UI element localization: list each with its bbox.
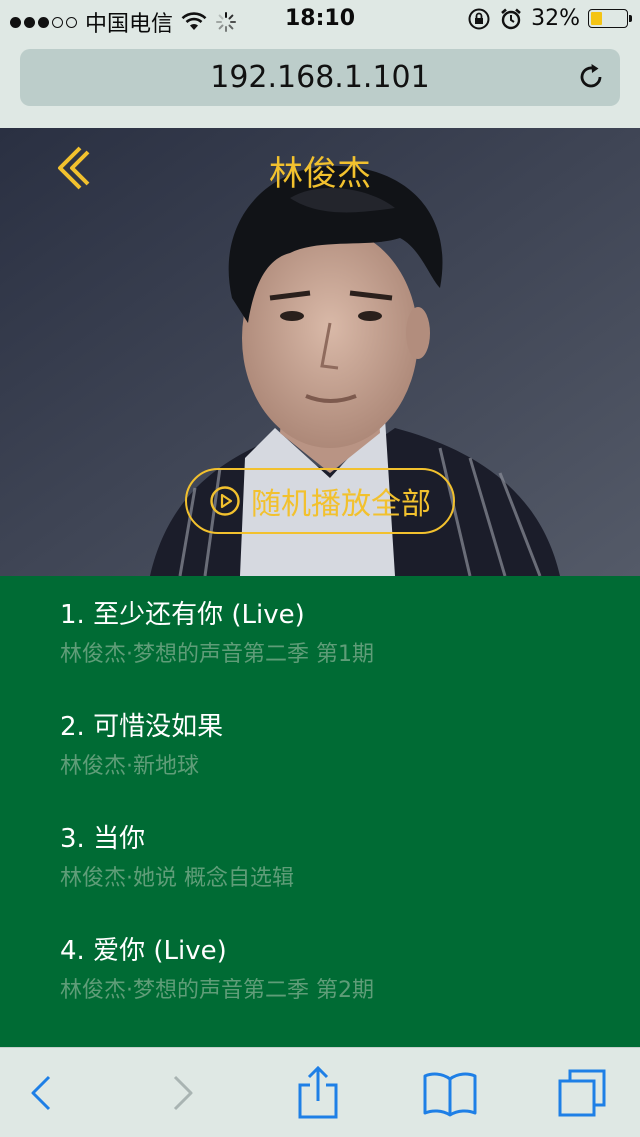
share-icon xyxy=(298,1065,338,1119)
battery-level-fill xyxy=(591,12,602,25)
battery-icon xyxy=(588,9,632,28)
song-item[interactable]: 2. 可惜没如果 林俊杰·新地球 xyxy=(60,710,620,782)
song-subtitle: 林俊杰·她说 概念自选辑 xyxy=(60,866,294,891)
chevron-right-icon xyxy=(173,1075,193,1111)
reload-icon[interactable] xyxy=(576,62,606,92)
url-text[interactable]: 192.168.1.101 xyxy=(20,60,620,95)
tabs-icon xyxy=(558,1069,606,1117)
shuffle-play-all-label: 随机播放全部 xyxy=(251,487,431,522)
book-icon xyxy=(423,1072,477,1117)
song-list: 1. 至少还有你 (Live) 林俊杰·梦想的声音第二季 第1期 2. 可惜没如… xyxy=(0,576,640,1047)
song-title: 4. 爱你 (Live) xyxy=(60,936,227,966)
song-title: 2. 可惜没如果 xyxy=(60,712,224,742)
orientation-lock-icon xyxy=(468,8,490,29)
browser-toolbar xyxy=(0,1047,640,1137)
bookmarks-button[interactable] xyxy=(420,1064,480,1122)
status-bar: 中国电信 18:10 32% xyxy=(0,0,640,40)
battery-percent: 32% xyxy=(531,6,580,31)
page-title: 林俊杰 xyxy=(269,154,371,194)
address-bar[interactable]: 192.168.1.101 xyxy=(20,49,620,106)
alarm-icon xyxy=(501,8,521,29)
artist-hero: 林俊杰 随机播放全部 xyxy=(0,128,640,576)
song-subtitle: 林俊杰·新地球 xyxy=(60,754,199,779)
shuffle-play-all-button[interactable]: 随机播放全部 xyxy=(185,468,455,534)
song-title: 1. 至少还有你 (Live) xyxy=(60,600,305,630)
song-subtitle: 林俊杰·梦想的声音第二季 第2期 xyxy=(60,978,374,1003)
play-circle-icon xyxy=(210,486,240,516)
song-item[interactable]: 4. 爱你 (Live) 林俊杰·梦想的声音第二季 第2期 xyxy=(60,934,620,1006)
tabs-button[interactable] xyxy=(552,1064,612,1122)
back-button[interactable] xyxy=(12,1064,72,1122)
chevron-left-icon xyxy=(31,1075,51,1111)
song-title: 3. 当你 xyxy=(60,824,146,854)
song-item[interactable]: 1. 至少还有你 (Live) 林俊杰·梦想的声音第二季 第1期 xyxy=(60,598,620,670)
song-subtitle: 林俊杰·梦想的声音第二季 第1期 xyxy=(60,642,374,667)
song-item[interactable]: 3. 当你 林俊杰·她说 概念自选辑 xyxy=(60,822,620,894)
forward-button[interactable] xyxy=(152,1064,212,1122)
share-button[interactable] xyxy=(288,1064,348,1122)
